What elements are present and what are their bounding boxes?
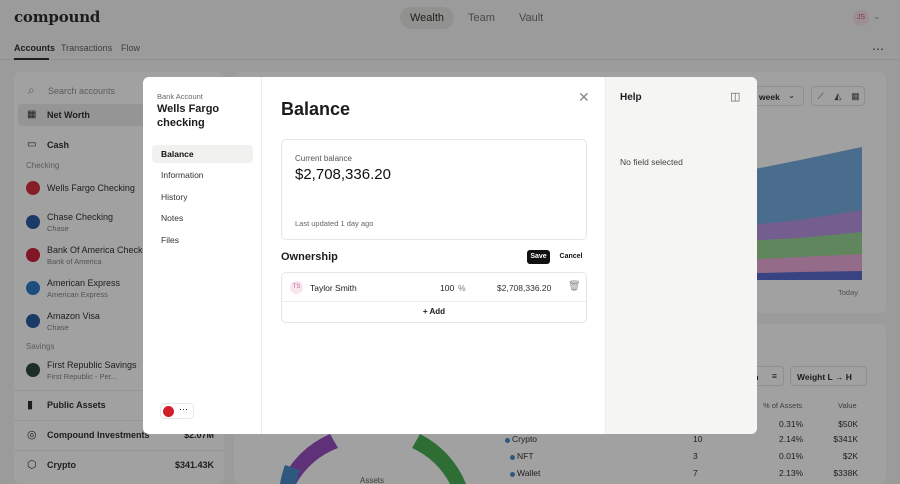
- balance-value[interactable]: $2,708,336.20: [295, 166, 391, 183]
- account-modal: Bank Account Wells Fargo checking Balanc…: [143, 77, 757, 434]
- ownership-card: TS Taylor Smith 100 % $2,708,336.20 🗑 + …: [281, 272, 587, 323]
- add-owner-button[interactable]: + Add: [282, 307, 586, 316]
- help-panel: Help ◫ No field selected: [605, 77, 757, 434]
- account-type-label: Bank Account: [157, 92, 203, 101]
- bank-logo-icon: [163, 406, 174, 417]
- help-title: Help: [620, 92, 642, 103]
- nav-label: Balance: [161, 149, 194, 159]
- owner-amount: $2,708,336.20: [497, 283, 552, 293]
- balance-card: Current balance $2,708,336.20 Last updat…: [281, 139, 587, 240]
- nav-label: History: [161, 192, 188, 202]
- help-empty-state: No field selected: [620, 157, 683, 167]
- nav-label: Information: [161, 170, 204, 180]
- more-icon: ⋯: [179, 404, 188, 414]
- page-title: Balance: [281, 99, 351, 119]
- trash-icon[interactable]: 🗑: [568, 281, 581, 292]
- cancel-button[interactable]: Cancel: [556, 250, 586, 264]
- account-actions-button[interactable]: ⋯: [160, 403, 194, 419]
- percent-unit: %: [458, 283, 466, 293]
- modal-nav-files[interactable]: Files: [152, 231, 253, 249]
- owner-avatar: TS: [290, 281, 303, 294]
- owner-name[interactable]: Taylor Smith: [310, 283, 357, 293]
- modal-nav-balance[interactable]: Balance: [152, 145, 253, 163]
- modal-content: Balance ✕ Current balance $2,708,336.20 …: [262, 77, 605, 434]
- modal-nav-notes[interactable]: Notes: [152, 209, 253, 227]
- close-icon[interactable]: ✕: [578, 89, 590, 106]
- last-updated: Last updated 1 day ago: [295, 219, 374, 228]
- nav-label: Files: [161, 235, 179, 245]
- owner-row: TS Taylor Smith 100 % $2,708,336.20 🗑: [282, 273, 586, 302]
- panel-toggle-icon[interactable]: ◫: [730, 90, 740, 103]
- modal-sidebar: Bank Account Wells Fargo checking Balanc…: [143, 77, 262, 434]
- nav-label: Notes: [161, 213, 184, 223]
- balance-label: Current balance: [295, 154, 352, 163]
- account-title: Wells Fargo checking: [157, 103, 220, 129]
- ownership-heading: Ownership: [281, 251, 338, 263]
- modal-nav-information[interactable]: Information: [152, 166, 253, 184]
- save-button[interactable]: Save: [527, 250, 550, 264]
- owner-percent-input[interactable]: 100: [440, 283, 454, 293]
- modal-nav-history[interactable]: History: [152, 188, 253, 206]
